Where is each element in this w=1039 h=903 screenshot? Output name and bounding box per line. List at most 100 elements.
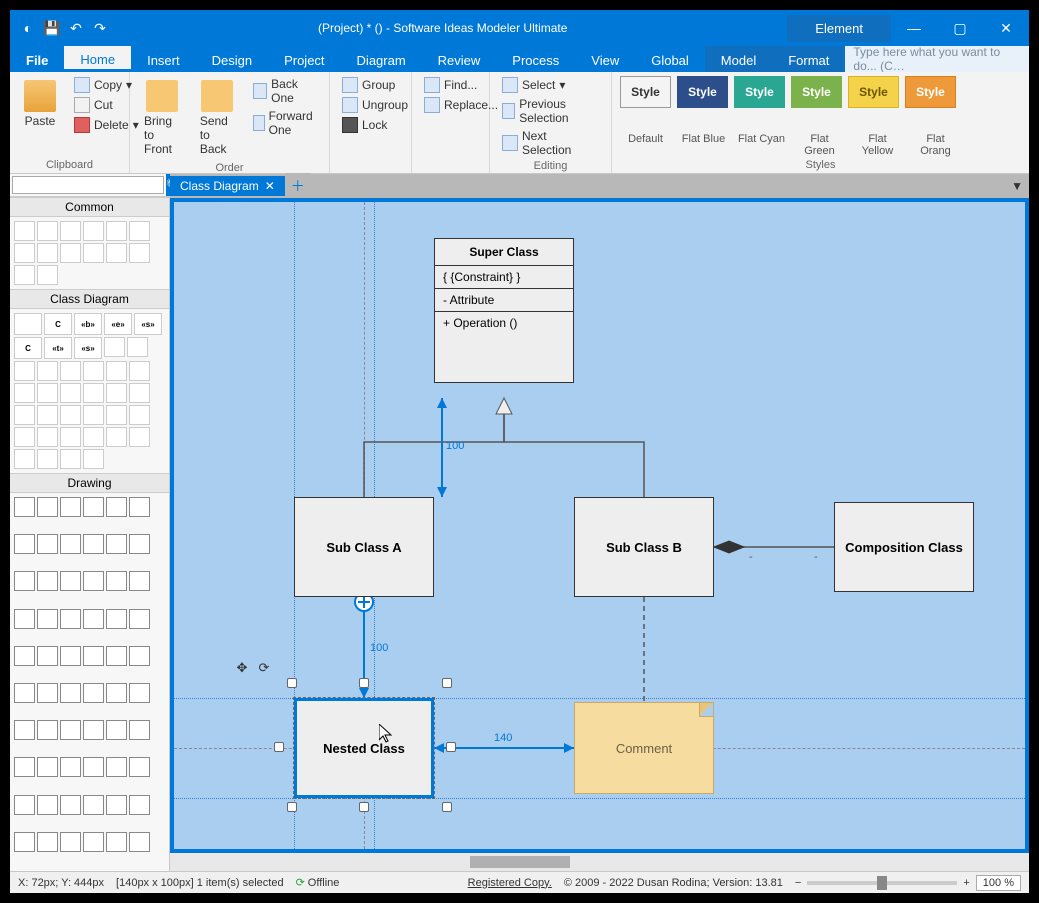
- class-tool-5[interactable]: C: [14, 337, 42, 359]
- class-shape-4[interactable]: [60, 361, 81, 381]
- pal-draw-tool-54[interactable]: [14, 832, 35, 852]
- pal-draw-tool-59[interactable]: [129, 832, 150, 852]
- pal-draw-tool-58[interactable]: [106, 832, 127, 852]
- zoom-out-button[interactable]: −: [795, 877, 801, 889]
- pal-draw-tool-56[interactable]: [60, 832, 81, 852]
- class-shape-19[interactable]: [129, 405, 150, 425]
- class-shape-1[interactable]: [127, 337, 148, 357]
- pal-draw-tool-0[interactable]: [14, 497, 35, 517]
- pal-draw-tool-44[interactable]: [60, 757, 81, 777]
- pal-common-tool-1[interactable]: [37, 221, 58, 241]
- pal-draw-tool-55[interactable]: [37, 832, 58, 852]
- class-shape-11[interactable]: [83, 383, 104, 403]
- class-tool-2[interactable]: «b»: [74, 313, 102, 335]
- pal-common-tool-4[interactable]: [106, 221, 127, 241]
- move-icon[interactable]: ✥: [234, 660, 250, 676]
- class-shape-20[interactable]: [14, 427, 35, 447]
- menu-global[interactable]: Global: [635, 46, 705, 72]
- class-shape-2[interactable]: [14, 361, 35, 381]
- pal-draw-tool-27[interactable]: [83, 646, 104, 666]
- pal-common-tool-8[interactable]: [60, 243, 81, 263]
- pal-draw-tool-23[interactable]: [129, 609, 150, 629]
- pal-draw-tool-26[interactable]: [60, 646, 81, 666]
- class-tool-6[interactable]: «t»: [44, 337, 72, 359]
- pal-draw-tool-29[interactable]: [129, 646, 150, 666]
- pal-draw-tool-47[interactable]: [129, 757, 150, 777]
- palette-header-drawing[interactable]: Drawing: [10, 473, 169, 493]
- element-super-class[interactable]: Super Class { {Constraint} } - Attribute…: [434, 238, 574, 383]
- element-sub-class-a[interactable]: Sub Class A: [294, 497, 434, 597]
- class-shape-12[interactable]: [106, 383, 127, 403]
- class-shape-27[interactable]: [37, 449, 58, 469]
- pal-draw-tool-16[interactable]: [106, 571, 127, 591]
- tabs-menu-icon[interactable]: ▼: [1005, 176, 1029, 196]
- pal-draw-tool-2[interactable]: [60, 497, 81, 517]
- undo-icon[interactable]: ↶: [66, 18, 86, 38]
- pal-draw-tool-10[interactable]: [106, 534, 127, 554]
- pal-draw-tool-30[interactable]: [14, 683, 35, 703]
- element-comment[interactable]: Comment: [574, 702, 714, 794]
- close-icon[interactable]: ✕: [983, 10, 1029, 46]
- class-shape-16[interactable]: [60, 405, 81, 425]
- style-tile-4[interactable]: Style: [848, 76, 899, 108]
- pal-draw-tool-43[interactable]: [37, 757, 58, 777]
- element-nested-class[interactable]: Nested Class: [294, 698, 434, 798]
- minimize-icon[interactable]: —: [891, 10, 937, 46]
- class-tool-4[interactable]: «s»: [134, 313, 162, 335]
- pal-draw-tool-6[interactable]: [14, 534, 35, 554]
- menu-review[interactable]: Review: [422, 46, 497, 72]
- pal-draw-tool-39[interactable]: [83, 720, 104, 740]
- pal-draw-tool-25[interactable]: [37, 646, 58, 666]
- style-tile-0[interactable]: Style: [620, 76, 671, 108]
- pal-draw-tool-46[interactable]: [106, 757, 127, 777]
- element-composition-class[interactable]: Composition Class: [834, 502, 974, 592]
- pal-draw-tool-20[interactable]: [60, 609, 81, 629]
- pal-draw-tool-4[interactable]: [106, 497, 127, 517]
- toolbox-search-input[interactable]: [12, 176, 164, 194]
- pal-draw-tool-21[interactable]: [83, 609, 104, 629]
- zoom-value[interactable]: 100 %: [976, 875, 1021, 891]
- pal-draw-tool-1[interactable]: [37, 497, 58, 517]
- pal-draw-tool-33[interactable]: [83, 683, 104, 703]
- class-shape-28[interactable]: [60, 449, 81, 469]
- class-shape-21[interactable]: [37, 427, 58, 447]
- pal-common-tool-7[interactable]: [37, 243, 58, 263]
- status-offline[interactable]: ⟳Offline: [296, 876, 340, 889]
- pal-draw-tool-28[interactable]: [106, 646, 127, 666]
- context-tab-element[interactable]: Element: [787, 15, 891, 42]
- pal-common-tool-0[interactable]: [14, 221, 35, 241]
- menu-model[interactable]: Model: [705, 46, 772, 72]
- pal-draw-tool-53[interactable]: [129, 795, 150, 815]
- style-tile-3[interactable]: Style: [791, 76, 842, 108]
- menu-process[interactable]: Process: [496, 46, 575, 72]
- pal-draw-tool-34[interactable]: [106, 683, 127, 703]
- class-tool-7[interactable]: «s»: [74, 337, 102, 359]
- class-shape-8[interactable]: [14, 383, 35, 403]
- palette-header-classdiagram[interactable]: Class Diagram: [10, 289, 169, 309]
- select-button[interactable]: Select ▾: [498, 76, 603, 94]
- pal-draw-tool-15[interactable]: [83, 571, 104, 591]
- pal-draw-tool-14[interactable]: [60, 571, 81, 591]
- style-tile-1[interactable]: Style: [677, 76, 728, 108]
- tab-close-icon[interactable]: ✕: [265, 179, 275, 193]
- ungroup-button[interactable]: Ungroup: [338, 96, 412, 114]
- pal-draw-tool-12[interactable]: [14, 571, 35, 591]
- zoom-in-button[interactable]: +: [963, 877, 969, 889]
- class-shape-18[interactable]: [106, 405, 127, 425]
- style-tile-5[interactable]: Style: [905, 76, 956, 108]
- pal-draw-tool-36[interactable]: [14, 720, 35, 740]
- pal-draw-tool-19[interactable]: [37, 609, 58, 629]
- element-float-controls[interactable]: ✥⟳: [234, 660, 272, 676]
- pal-draw-tool-35[interactable]: [129, 683, 150, 703]
- pal-common-tool-10[interactable]: [106, 243, 127, 263]
- menu-project[interactable]: Project: [268, 46, 340, 72]
- pal-draw-tool-18[interactable]: [14, 609, 35, 629]
- diagram-canvas[interactable]: - - Super Class { {Constraint} } - Attri…: [174, 202, 1025, 849]
- rotate-icon[interactable]: ⟳: [256, 660, 272, 676]
- class-tool-1[interactable]: C: [44, 313, 72, 335]
- group-button[interactable]: Group: [338, 76, 412, 94]
- bring-front-button[interactable]: Bring to Front: [138, 76, 186, 160]
- pal-draw-tool-9[interactable]: [83, 534, 104, 554]
- forward-one-button[interactable]: Forward One: [249, 108, 321, 138]
- pal-draw-tool-57[interactable]: [83, 832, 104, 852]
